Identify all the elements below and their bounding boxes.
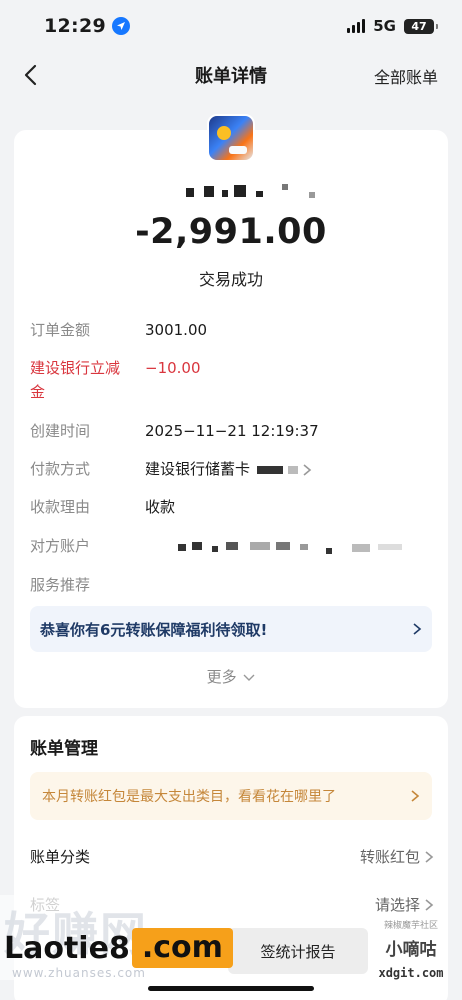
detail-row-counterparty: 对方账户	[30, 534, 434, 558]
detail-row-bank-discount: 建设银行立减 金 −10.00	[30, 356, 434, 406]
xdgit-small-text: 辣椒魔芋社区	[383, 921, 438, 931]
page-title: 账单详情	[195, 66, 267, 87]
tip-text: 本月转账红包是最大支出类目，看看花在哪里了	[42, 789, 336, 805]
battery-level: 47	[411, 19, 427, 33]
status-indicators: 5G 47	[347, 17, 438, 35]
detail-value: 建设银行储蓄卡	[145, 457, 312, 481]
detail-label: 建设银行立减 金	[30, 356, 140, 404]
chevron-down-icon	[243, 674, 255, 681]
all-bills-link[interactable]: 全部账单	[374, 64, 438, 88]
more-toggle[interactable]: 更多	[14, 666, 448, 687]
network-type: 5G	[373, 17, 396, 35]
status-time: 12:29	[44, 15, 106, 37]
bill-category-row[interactable]: 账单分类 转账红包	[30, 844, 434, 872]
detail-row-payment-method[interactable]: 付款方式 建设银行储蓄卡	[30, 457, 434, 481]
counterparty-account-masked	[178, 542, 428, 554]
detail-label-line2: 金	[30, 383, 46, 401]
detail-row-created-time: 创建时间 2025−11−21 12:19:37	[30, 419, 434, 443]
category-value-group: 转账红包	[360, 846, 434, 867]
section-title: 账单管理	[30, 739, 98, 759]
nav-bar: 账单详情 全部账单	[0, 52, 462, 98]
card-number-mask	[256, 465, 283, 474]
spending-tip-banner[interactable]: 本月转账红包是最大支出类目，看看花在哪里了	[30, 772, 432, 820]
promo-banner[interactable]: 恭喜你有6元转账保障福利待领取!	[30, 606, 432, 652]
chevron-right-icon	[425, 898, 434, 911]
detail-label: 服务推荐	[30, 576, 91, 594]
category-value: 转账红包	[359, 848, 420, 866]
detail-row-service: 服务推荐	[30, 573, 434, 597]
watermark-left-text: Laotie8	[4, 930, 130, 966]
detail-label: 对方账户	[30, 537, 91, 555]
more-label: 更多	[206, 668, 237, 686]
signal-icon	[347, 19, 366, 33]
chevron-right-icon	[303, 463, 312, 476]
home-indicator	[148, 986, 314, 991]
detail-label: 创建时间	[30, 422, 91, 440]
category-label: 账单分类	[30, 848, 91, 866]
detail-row-reason: 收款理由 收款	[30, 495, 434, 519]
detail-row-order-amount: 订单金额 3001.00	[30, 318, 434, 342]
watermark-xdgit: 辣椒魔芋社区 小嘀咕 xdgit.com	[374, 918, 448, 994]
status-bar: 12:29 5G 47	[0, 0, 462, 52]
location-arrow-icon	[111, 17, 130, 35]
xdgit-url: xdgit.com	[378, 966, 444, 980]
tag-value: 请选择	[374, 896, 420, 914]
transaction-card: -2,991.00 交易成功 订单金额 3001.00 建设银行立减 金 −10…	[14, 114, 448, 708]
chevron-right-icon	[413, 623, 422, 635]
counterparty-name-masked	[164, 182, 334, 200]
transaction-amount: -2,991.00	[135, 212, 327, 252]
detail-label: 订单金额	[30, 321, 91, 339]
promo-text: 恭喜你有6元转账保障福利待领取!	[40, 620, 268, 639]
transaction-status: 交易成功	[198, 270, 263, 289]
tag-value-group: 请选择	[375, 894, 434, 915]
status-time-group: 12:29	[44, 15, 130, 37]
watermark-logo: Laotie8 .com	[4, 928, 233, 968]
xdgit-big-text: 小嘀咕	[385, 940, 437, 960]
detail-label: 收款理由	[30, 498, 91, 516]
report-button-label: 签统计报告	[260, 942, 336, 961]
detail-value: 收款	[145, 498, 176, 516]
chevron-right-icon	[425, 850, 434, 863]
chevron-left-icon	[24, 64, 37, 86]
chevron-right-icon	[411, 790, 420, 802]
detail-label-line1: 建设银行立减	[30, 359, 121, 377]
payment-method-text: 建设银行储蓄卡	[145, 460, 251, 478]
detail-value: 2025−11−21 12:19:37	[145, 422, 319, 440]
detail-label: 付款方式	[30, 460, 91, 478]
back-button[interactable]	[16, 60, 44, 90]
watermark-right-text: .com	[131, 928, 233, 968]
detail-value: 3001.00	[145, 321, 208, 339]
battery-icon: 47	[404, 18, 438, 34]
watermark-ghost-url: www.zhuanses.com	[12, 966, 146, 980]
counterparty-avatar	[207, 114, 255, 162]
detail-value: −10.00	[145, 359, 201, 377]
report-button[interactable]: 签统计报告	[228, 928, 368, 974]
